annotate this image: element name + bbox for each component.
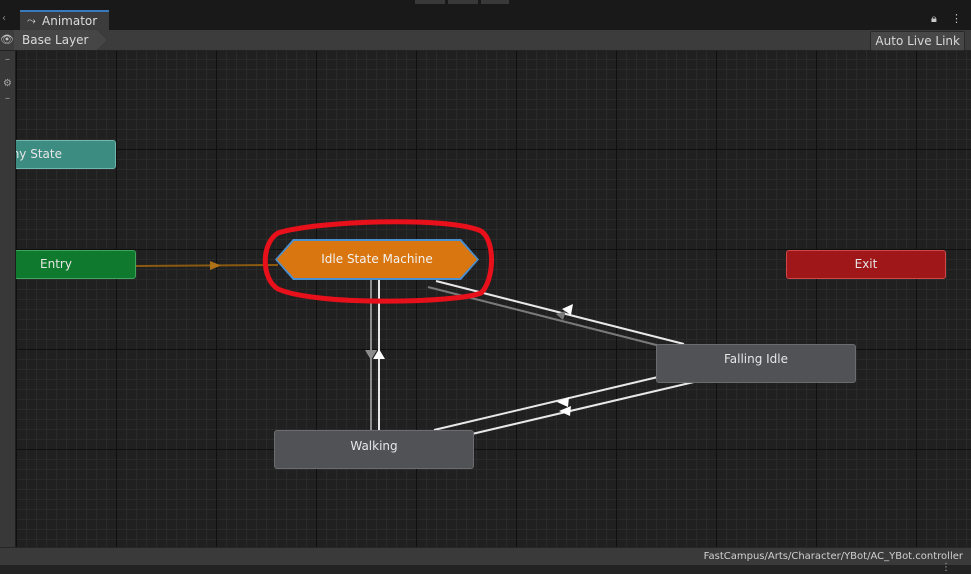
scroll-left-icon[interactable]: ‹ xyxy=(2,10,6,28)
breadcrumb-base-layer[interactable]: Base Layer xyxy=(14,30,107,50)
more-options-icon[interactable]: ⋮ xyxy=(941,563,951,573)
eye-icon[interactable]: 👁︎ xyxy=(0,31,14,49)
highlight-annotation xyxy=(262,219,494,304)
status-bar: FastCampus/Arts/Character/YBot/AC_YBot.c… xyxy=(0,547,971,565)
animator-toolbar: 👁︎ Base Layer Auto Live Link xyxy=(0,30,971,51)
remove-icon[interactable]: – xyxy=(0,93,15,105)
state-machine-graph[interactable]: ny State Entry Exit Falling Idle Walking… xyxy=(16,51,971,547)
annotation-layer xyxy=(262,219,494,304)
tab-bar xyxy=(0,10,971,31)
editor-top-strip xyxy=(0,0,971,10)
collapse-handle-icon[interactable]: – xyxy=(0,54,15,66)
auto-live-link-button[interactable]: Auto Live Link xyxy=(870,31,965,51)
animator-graph-icon: ⤳ xyxy=(27,14,36,27)
more-options-icon[interactable]: ⋮ xyxy=(951,10,962,28)
lock-icon[interactable]: 🔒︎ xyxy=(931,10,937,28)
controller-asset-path: FastCampus/Arts/Character/YBot/AC_YBot.c… xyxy=(703,551,963,562)
tab-animator-label: Animator xyxy=(42,14,98,28)
pause-button-fragment[interactable] xyxy=(448,0,478,4)
settings-icon[interactable]: ⚙ xyxy=(0,78,15,90)
play-button-fragment[interactable] xyxy=(415,0,445,4)
layers-panel-collapsed: – ⚙ – xyxy=(0,51,16,547)
tab-animator[interactable]: ⤳ Animator xyxy=(20,10,109,31)
step-button-fragment[interactable] xyxy=(481,0,509,4)
bottom-strip: ⋮ xyxy=(0,563,971,574)
